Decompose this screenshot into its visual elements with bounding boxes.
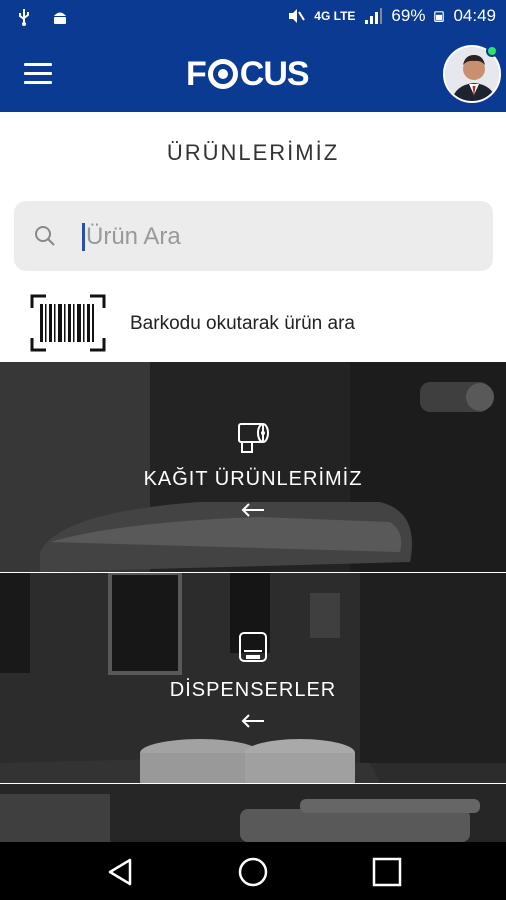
arrow-left-icon — [241, 714, 264, 728]
status-bar: 4G LTE 69% 04:49 — [0, 0, 506, 37]
search-box[interactable] — [14, 201, 493, 271]
home-circle-icon[interactable] — [237, 856, 269, 888]
android-icon — [54, 12, 66, 24]
signal-icon — [365, 8, 383, 24]
category-card-paper-products[interactable]: KAĞIT ÜRÜNLERİMİZ — [0, 362, 506, 572]
online-status-indicator — [486, 45, 498, 57]
barcode-icon — [30, 294, 106, 352]
android-nav-bar — [0, 842, 506, 900]
barcode-scan-label: Barkodu okutarak ürün ara — [130, 313, 355, 334]
toilet-paper-icon — [238, 423, 269, 453]
bathroom-photo-background — [0, 362, 506, 572]
recents-square-icon[interactable] — [371, 856, 403, 888]
category-card-dispensers[interactable]: DİSPENSERLER — [0, 573, 506, 783]
mute-icon — [289, 9, 306, 23]
dispenser-icon — [239, 632, 267, 662]
lte-indicator: 4G LTE — [314, 9, 356, 23]
focus-logo: F CUS — [186, 54, 310, 93]
barcode-scan-button[interactable]: Barkodu okutarak ürün ara — [0, 290, 506, 362]
arrow-left-icon — [241, 503, 264, 517]
category-label: KAĞIT ÜRÜNLERİMİZ — [143, 468, 363, 490]
text-cursor — [82, 223, 85, 251]
search-icon — [35, 226, 55, 246]
clock: 04:49 — [453, 6, 496, 25]
back-triangle-icon[interactable] — [104, 856, 136, 888]
category-card-partial[interactable] — [0, 784, 506, 842]
search-input[interactable] — [86, 218, 466, 256]
sink-photo-background — [0, 573, 506, 783]
battery-percent: 69% — [391, 6, 426, 25]
page-title: ÜRÜNLERİMİZ — [166, 140, 340, 165]
towel-photo-background — [0, 784, 506, 842]
category-label: DİSPENSERLER — [169, 679, 337, 701]
hamburger-menu-icon[interactable] — [24, 63, 52, 85]
usb-icon — [19, 9, 29, 26]
app-bar: F CUS — [0, 37, 506, 112]
battery-icon — [434, 11, 445, 22]
